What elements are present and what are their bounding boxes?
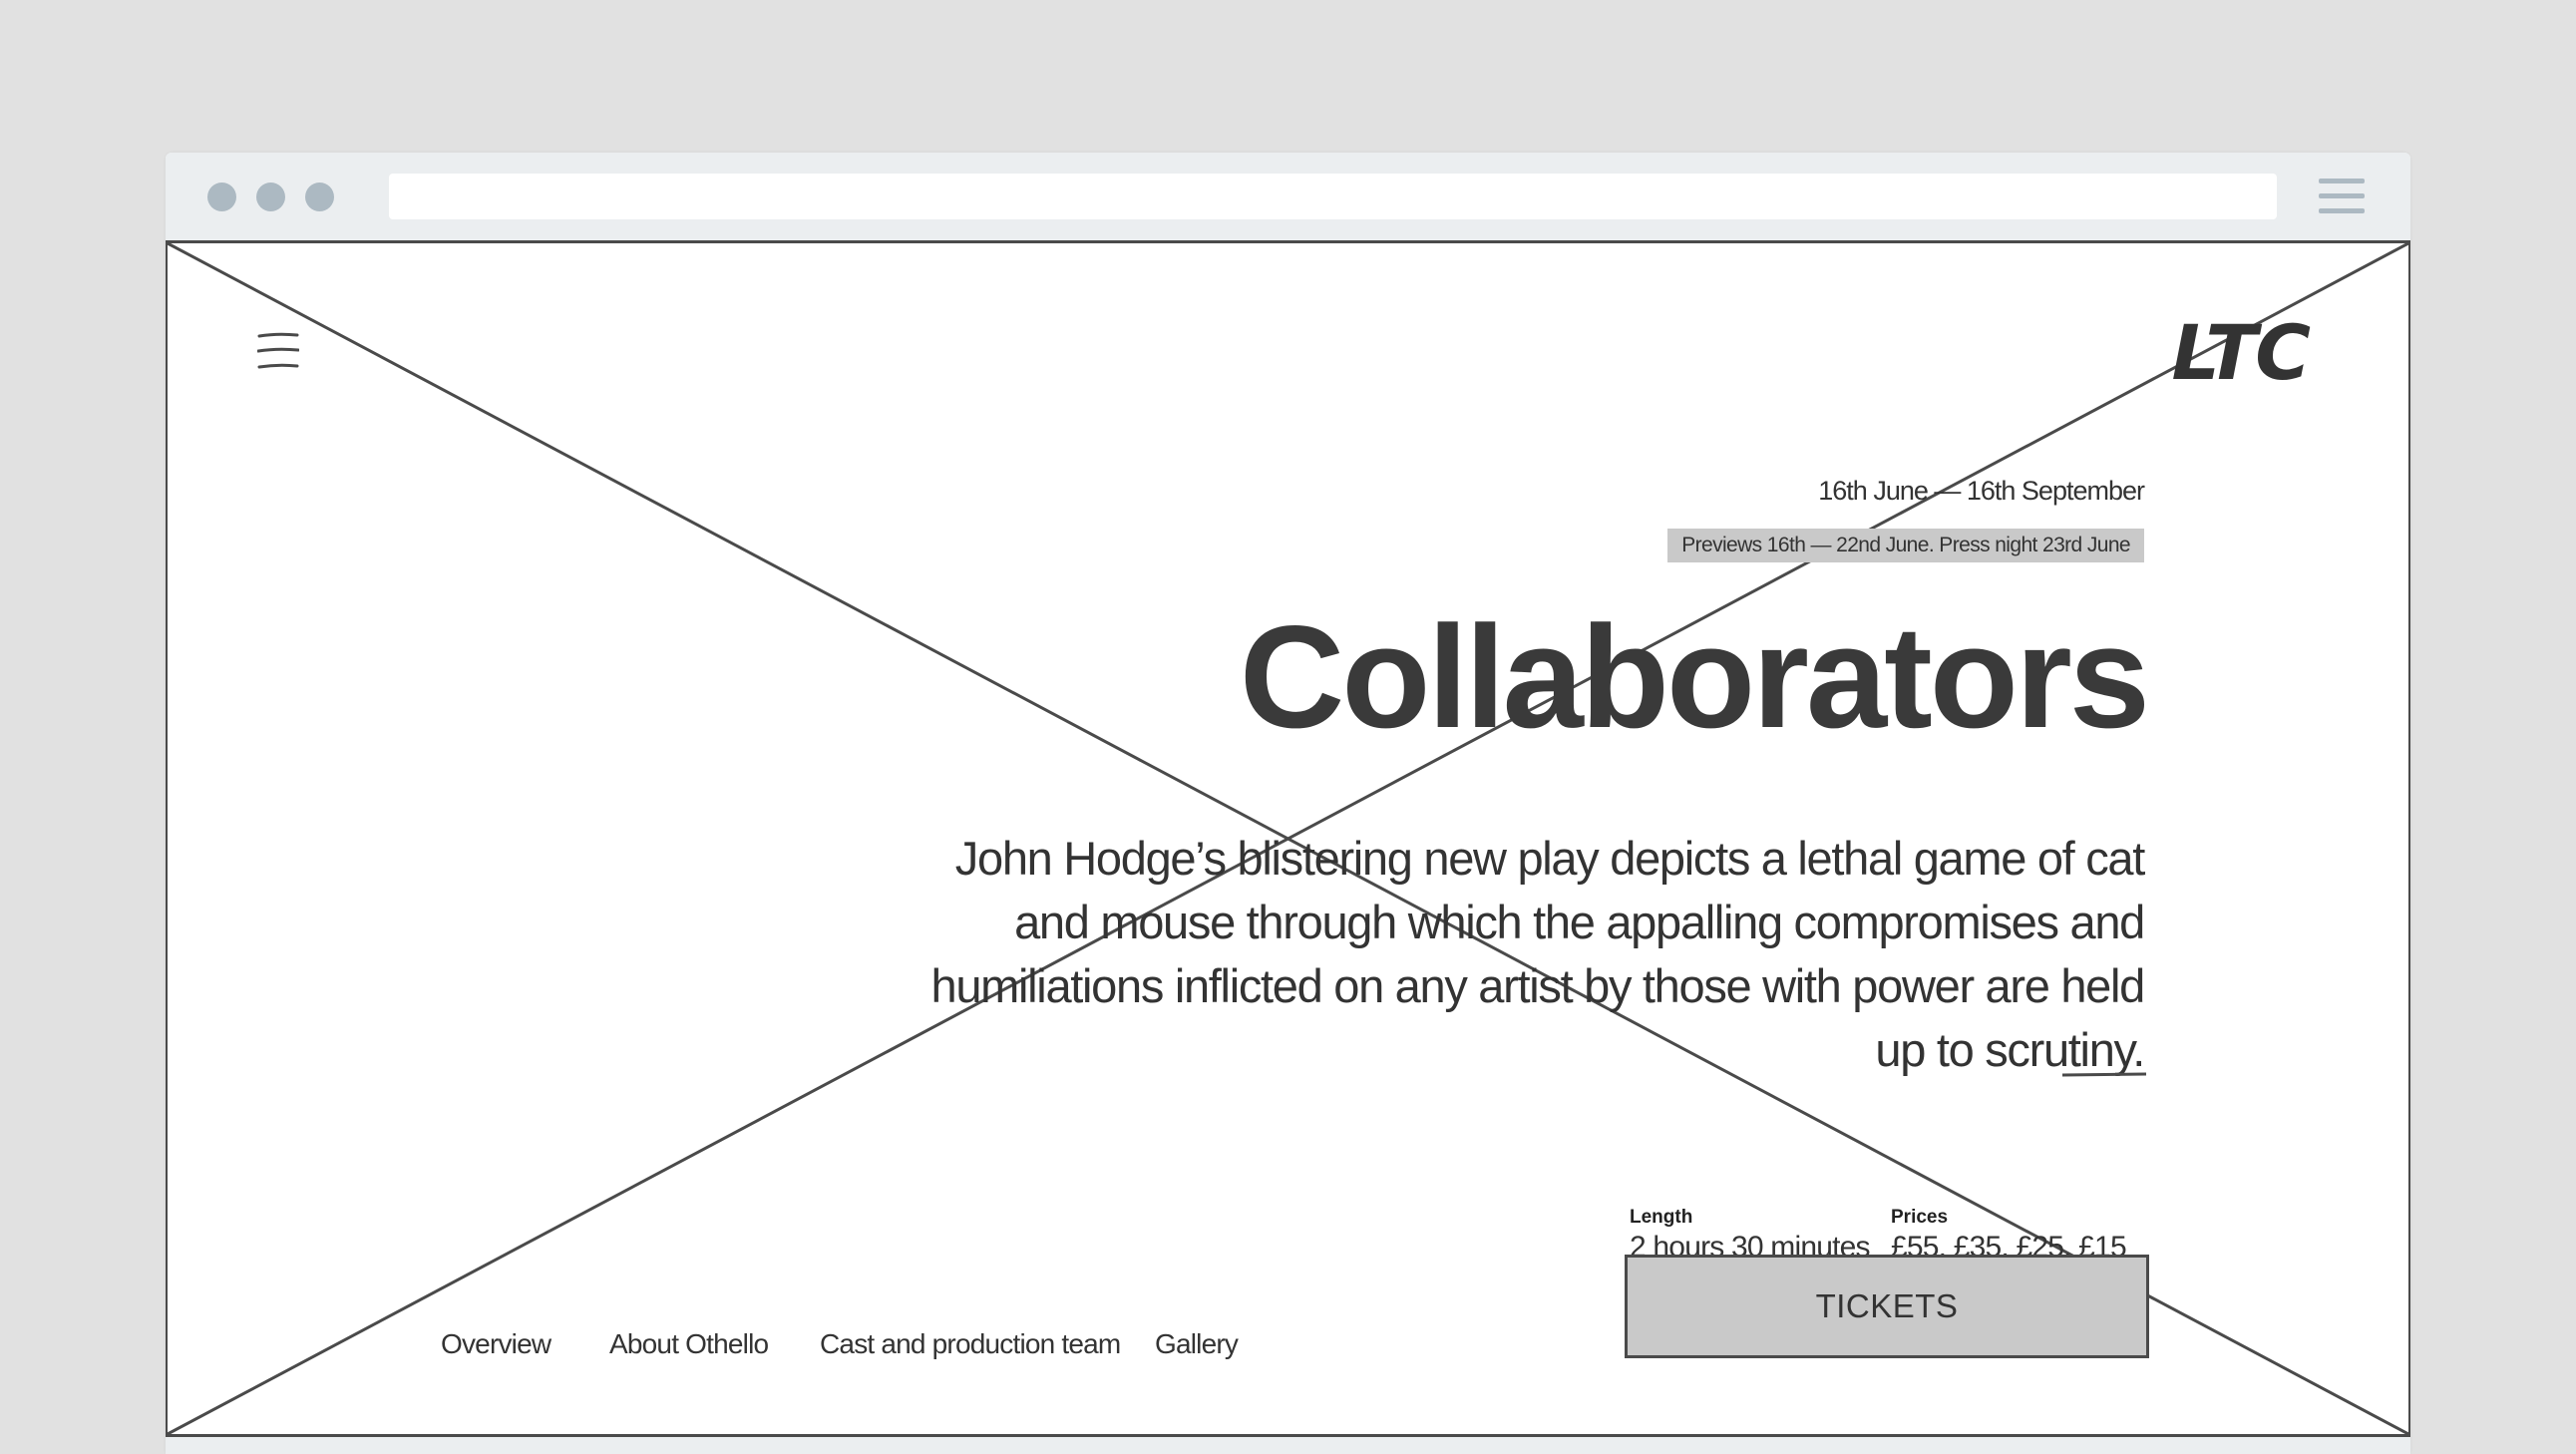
prices-label: Prices [1891,1207,1949,1228]
subnav-item-overview[interactable]: Overview [441,1328,552,1360]
browser-bottom-strip [166,1437,2410,1454]
window-maximize-dot[interactable] [305,182,334,211]
site-logo[interactable]: LTC [2172,308,2311,397]
window-minimize-dot[interactable] [256,182,285,211]
hamburger-icon[interactable] [256,331,300,375]
page-title: Collaborators [1239,595,2150,758]
length-label: Length [1630,1207,1693,1228]
window-close-dot[interactable] [207,182,236,211]
subnav-item-cast-and-production-team[interactable]: Cast and production team [820,1328,1121,1360]
run-dates: 16th June — 16th September [1818,476,2145,506]
browser-menu-icon[interactable] [2319,177,2365,216]
previews-badge: Previews 16th — 22nd June. Press night 2… [1667,529,2144,562]
subnav-item-about-othello[interactable]: About Othello [609,1328,769,1360]
browser-chrome [166,153,2410,240]
tickets-button[interactable]: TICKETS [1625,1255,2149,1358]
page-viewport: LTC 16th June — 16th September Previews … [166,240,2410,1437]
subnav-item-gallery[interactable]: Gallery [1155,1328,1239,1360]
browser-window: LTC 16th June — 16th September Previews … [166,153,2410,1454]
address-bar[interactable] [389,174,2277,219]
play-description: John Hodge’s blistering new play depicts… [930,832,2145,1076]
